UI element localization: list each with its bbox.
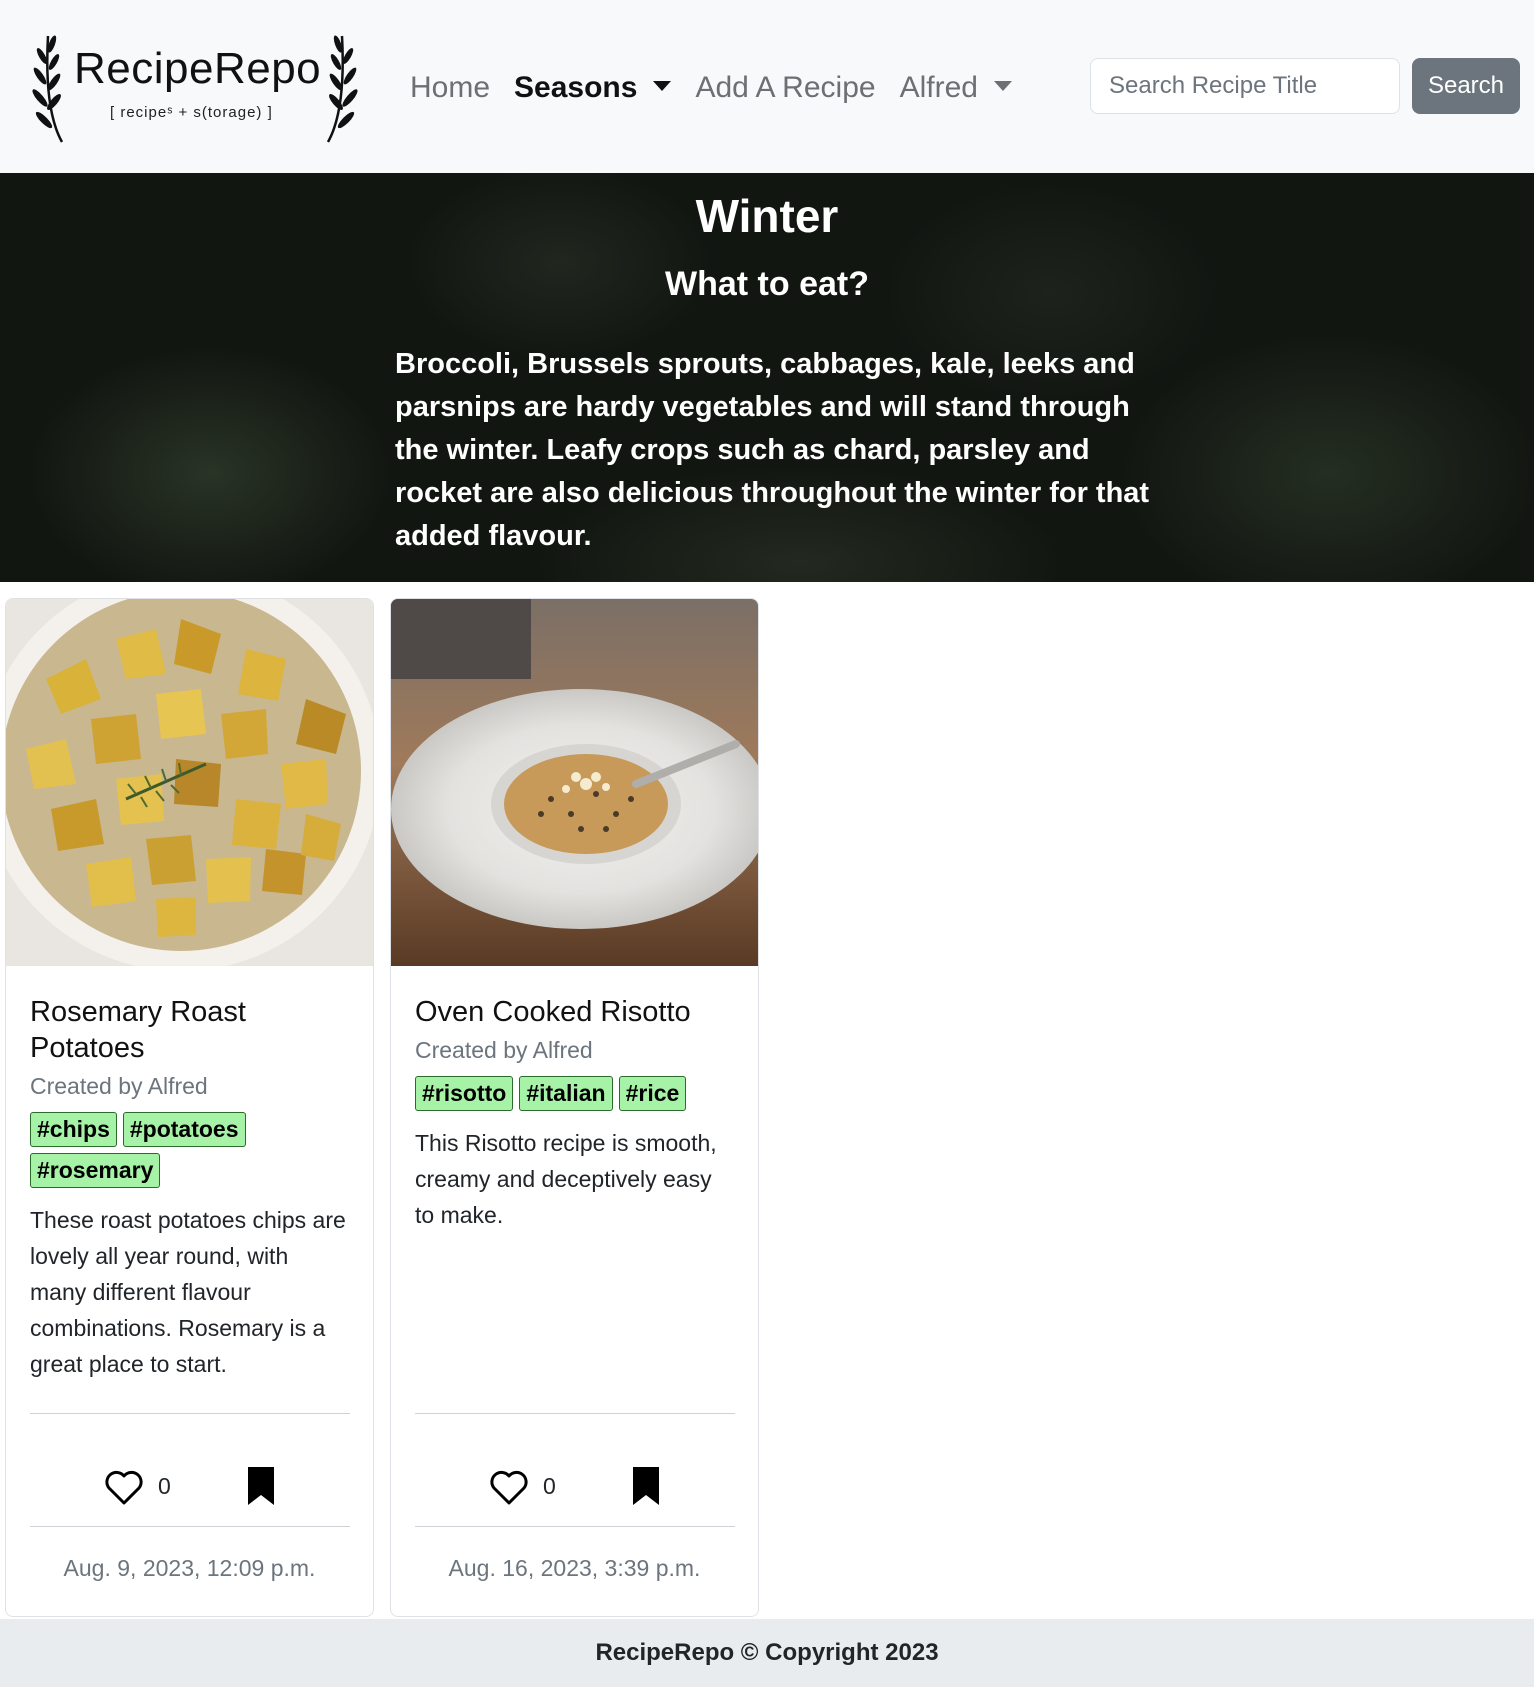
nav-user-label: Alfred [899, 71, 978, 104]
laurel-left-icon [32, 35, 64, 143]
laurel-right-icon [326, 35, 358, 143]
recipe-author: Created by Alfred [30, 1073, 208, 1099]
tag-risotto[interactable]: #risotto [415, 1076, 514, 1111]
hero-description: Broccoli, Brussels sprouts, cabbages, ka… [395, 348, 1150, 552]
nav-seasons-label: Seasons [514, 71, 638, 104]
recipe-author: Created by Alfred [415, 1037, 593, 1063]
nav-seasons-dropdown[interactable]: Seasons [514, 71, 672, 105]
caret-down-icon [993, 81, 1012, 91]
divider [415, 1526, 735, 1527]
navbar: RecipeRepo [ recipeˢ + s(torage) ] Home [0, 0, 1534, 173]
tag-rice[interactable]: #rice [618, 1076, 687, 1111]
season-hero: Winter What to eat? Broccoli, Brussels s… [0, 173, 1534, 582]
divider [30, 1526, 350, 1527]
hero-title: Winter [695, 190, 839, 242]
tag-rosemary[interactable]: #rosemary [30, 1153, 161, 1188]
nav-home[interactable]: Home [410, 71, 490, 105]
recipe-title[interactable]: Rosemary Roast Potatoes [30, 994, 350, 1066]
tag-list: #chips #potatoes #rosemary [30, 1112, 350, 1188]
tag-list: #risotto #italian #rice [415, 1076, 735, 1111]
like-count: 0 [158, 1473, 171, 1499]
recipe-date: Aug. 16, 2023, 3:39 p.m. [448, 1555, 701, 1581]
recipe-card: Oven Cooked Risotto Created by Alfred #r… [390, 598, 759, 1617]
tag-chips[interactable]: #chips [30, 1112, 117, 1147]
brand-subtitle: [ recipeˢ + s(torage) ] [110, 104, 273, 121]
nav-add-recipe[interactable]: Add A Recipe [695, 71, 875, 105]
nav-links: Home Seasons Add A Recipe Alfred [410, 64, 1036, 112]
heart-icon[interactable] [104, 1469, 144, 1507]
bookmark-icon[interactable] [246, 1465, 276, 1507]
nav-user-dropdown[interactable]: Alfred [900, 71, 1012, 105]
recipe-description: This Risotto recipe is smooth, creamy an… [415, 1130, 717, 1228]
search-button[interactable]: Search [1412, 58, 1520, 114]
tag-italian[interactable]: #italian [519, 1076, 613, 1111]
brand-title: RecipeRepo [74, 44, 322, 93]
recipe-card: Rosemary Roast Potatoes Created by Alfre… [5, 598, 374, 1617]
brand-logo[interactable]: RecipeRepo [ recipeˢ + s(torage) ] [30, 26, 360, 146]
divider [415, 1413, 735, 1414]
hero-subtitle: What to eat? [665, 265, 869, 303]
like-count: 0 [543, 1473, 556, 1499]
search-input[interactable] [1090, 58, 1400, 114]
card-actions: 0 [391, 1457, 758, 1517]
recipe-description: These roast potatoes chips are lovely al… [30, 1207, 346, 1377]
bookmark-icon[interactable] [631, 1465, 661, 1507]
recipe-title[interactable]: Oven Cooked Risotto [415, 994, 735, 1030]
card-actions: 0 [6, 1457, 373, 1517]
recipe-date: Aug. 9, 2023, 12:09 p.m. [63, 1555, 316, 1581]
tag-potatoes[interactable]: #potatoes [122, 1112, 246, 1147]
caret-down-icon [653, 81, 672, 91]
recipe-image-risotto[interactable] [391, 599, 758, 966]
heart-icon[interactable] [489, 1469, 529, 1507]
card-body: Oven Cooked Risotto Created by Alfred #r… [415, 994, 735, 1233]
recipe-image-roast-potatoes[interactable] [6, 599, 373, 966]
divider [30, 1413, 350, 1414]
card-body: Rosemary Roast Potatoes Created by Alfre… [30, 994, 350, 1382]
footer: RecipeRepo © Copyright 2023 [0, 1619, 1534, 1687]
